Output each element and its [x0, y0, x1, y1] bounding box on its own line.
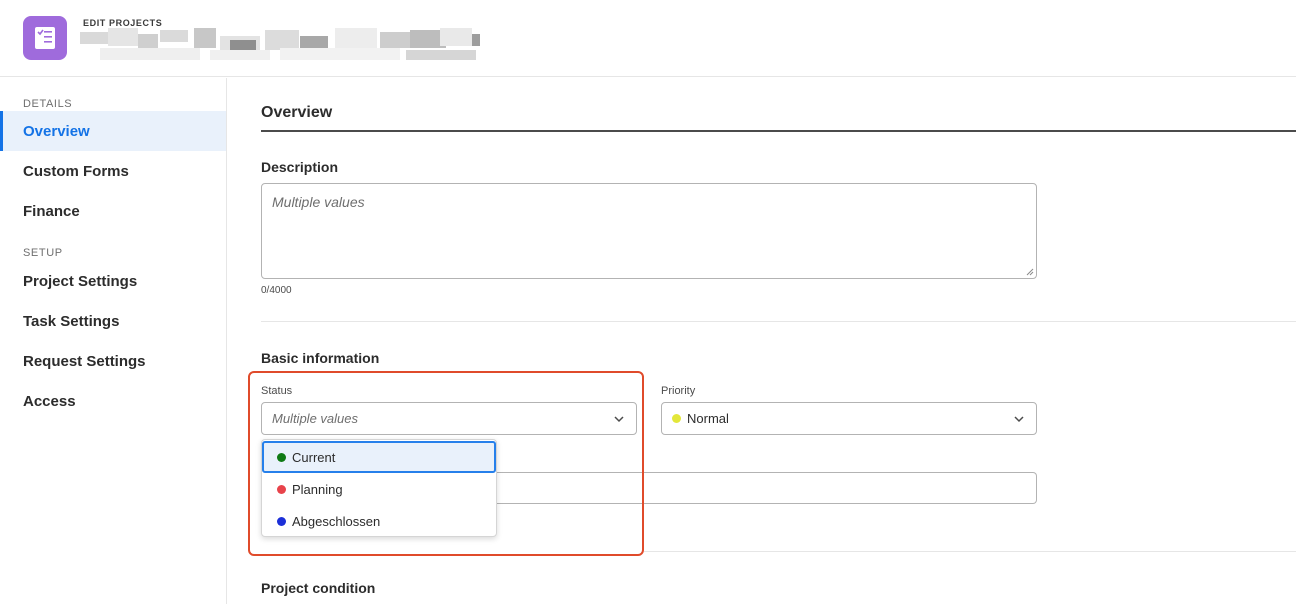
description-placeholder: Multiple values — [272, 194, 365, 210]
sidebar-item-label: Request Settings — [23, 352, 146, 370]
sidebar-item-custom-forms[interactable]: Custom Forms — [0, 151, 226, 191]
section-divider — [261, 321, 1296, 322]
section-divider — [644, 551, 1296, 552]
obscured-input-field[interactable] — [480, 472, 1037, 504]
project-condition-heading: Project condition — [261, 580, 376, 596]
sidebar-item-access[interactable]: Access — [0, 381, 226, 421]
sidebar-item-label: Task Settings — [23, 312, 120, 330]
status-label: Status — [261, 385, 293, 397]
status-placeholder: Multiple values — [272, 411, 358, 426]
resize-grip-icon[interactable] — [1026, 268, 1034, 276]
sidebar-item-finance[interactable]: Finance — [0, 191, 226, 231]
sidebar-section-setup: SETUP — [23, 247, 63, 259]
status-picker[interactable]: Multiple values — [261, 402, 637, 435]
sidebar-section-details: DETAILS — [23, 98, 73, 110]
status-color-dot — [277, 516, 286, 526]
sidebar-item-request-settings[interactable]: Request Settings — [0, 341, 226, 381]
sidebar-item-label: Access — [23, 392, 76, 410]
status-option-label: Abgeschlossen — [292, 513, 381, 529]
priority-picker[interactable]: Normal — [661, 402, 1037, 435]
sidebar-item-label: Project Settings — [23, 272, 138, 290]
sidebar-item-label: Finance — [23, 202, 80, 220]
sidebar-item-label: Custom Forms — [23, 162, 129, 180]
status-color-dot — [277, 452, 286, 462]
sidebar-item-label: Overview — [23, 122, 90, 140]
status-option-label: Planning — [292, 481, 343, 497]
status-option-label: Current — [292, 449, 336, 465]
description-textarea[interactable]: Multiple values — [261, 183, 1037, 279]
title-underline — [261, 130, 1296, 132]
status-option-planning[interactable]: Planning — [262, 473, 496, 505]
sidebar-item-task-settings[interactable]: Task Settings — [0, 301, 226, 341]
status-option-abgeschlossen[interactable]: Abgeschlossen — [262, 505, 496, 537]
sidebar-item-project-settings[interactable]: Project Settings — [0, 261, 226, 301]
sidebar: DETAILS Overview Custom Forms Finance SE… — [0, 78, 227, 604]
priority-label: Priority — [661, 385, 696, 397]
redacted-project-name — [80, 28, 480, 64]
chevron-down-icon — [614, 416, 624, 423]
description-label: Description — [261, 159, 339, 175]
chevron-down-icon — [1014, 416, 1024, 423]
page-header: EDIT PROJECTS — [0, 0, 1296, 77]
status-dropdown-menu: Current Planning Abgeschlossen — [261, 439, 497, 537]
basic-information-heading: Basic information — [261, 350, 380, 366]
status-option-current[interactable]: Current — [262, 441, 496, 473]
page-title: Overview — [261, 104, 333, 121]
header-eyebrow: EDIT PROJECTS — [83, 18, 163, 28]
description-char-counter: 0/4000 — [261, 285, 292, 296]
sidebar-item-overview[interactable]: Overview — [0, 111, 226, 151]
edit-projects-app-icon — [23, 16, 67, 60]
priority-value: Normal — [687, 411, 729, 426]
status-color-dot — [277, 484, 286, 494]
priority-color-dot — [672, 414, 681, 423]
